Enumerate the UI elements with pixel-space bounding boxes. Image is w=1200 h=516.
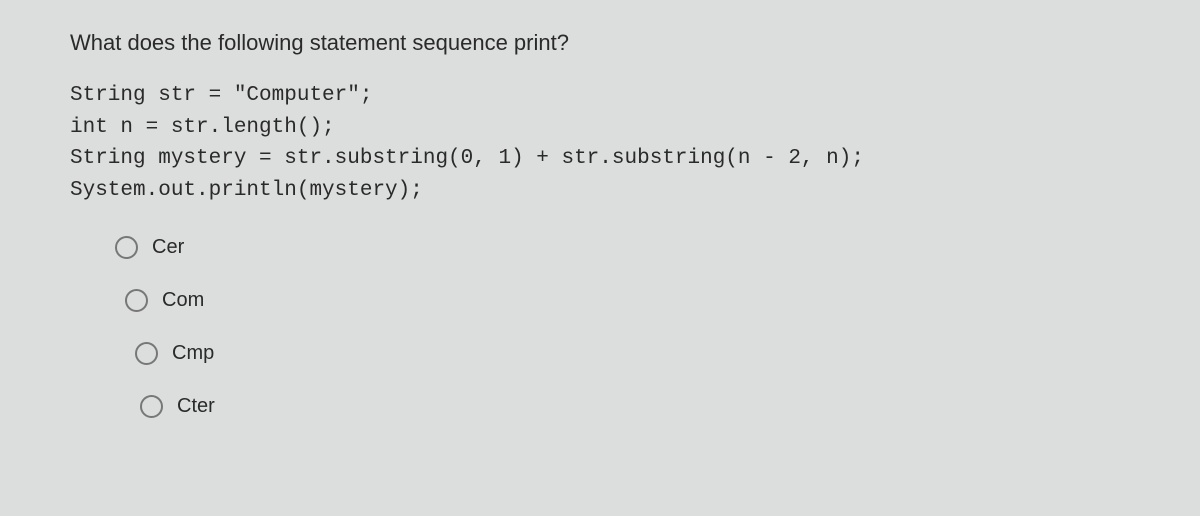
option-label: Cter: [177, 395, 215, 418]
code-snippet: String str = "Computer"; int n = str.len…: [70, 80, 1130, 206]
option-cter[interactable]: Cter: [115, 395, 1130, 418]
option-label: Cmp: [172, 342, 214, 365]
option-label: Com: [162, 289, 204, 312]
radio-icon: [140, 395, 163, 418]
option-cmp[interactable]: Cmp: [115, 342, 1130, 365]
radio-icon: [115, 236, 138, 259]
question-prompt: What does the following statement sequen…: [70, 30, 1130, 56]
option-com[interactable]: Com: [115, 289, 1130, 312]
option-label: Cer: [152, 236, 184, 259]
radio-icon: [125, 289, 148, 312]
option-cer[interactable]: Cer: [115, 236, 1130, 259]
options-group: Cer Com Cmp Cter: [70, 236, 1130, 418]
radio-icon: [135, 342, 158, 365]
